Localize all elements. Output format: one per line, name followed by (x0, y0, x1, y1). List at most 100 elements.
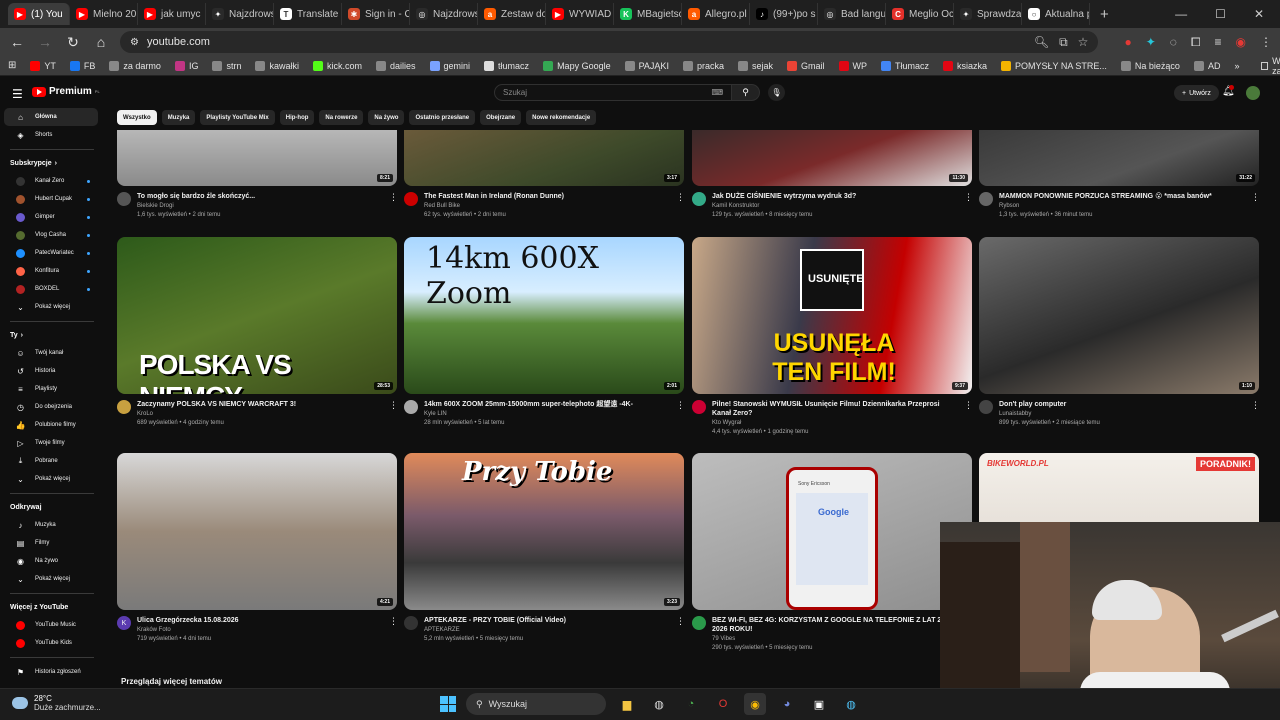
filter-chip[interactable]: Na żywo (368, 110, 405, 125)
filter-chip[interactable]: Obejrzane (480, 110, 522, 125)
video-thumbnail[interactable]: Przy Tobie 3:23 (404, 453, 684, 610)
windows-start-icon[interactable] (440, 696, 456, 712)
video-thumbnail[interactable]: USUNIĘTE USUNĘŁA TEN FILM! 9:37 (692, 237, 972, 394)
sidebar-item[interactable]: ♪ Muzyka (4, 516, 98, 534)
menu-kebab-icon[interactable]: ⋮ (1260, 35, 1272, 49)
extension-icon[interactable]: ✦ (1146, 35, 1156, 49)
more-bookmarks-icon[interactable]: » (1234, 61, 1239, 71)
browser-tab[interactable]: a Zestaw do (478, 3, 546, 25)
browser-tab[interactable]: ▶ jak umyc (138, 3, 206, 25)
channel-name[interactable]: APTEKARZE (424, 626, 670, 634)
extensions-puzzle-icon[interactable]: ⧠ (1191, 35, 1201, 50)
subscription-item[interactable]: Gimper (4, 208, 98, 226)
video-thumbnail[interactable]: 8:21 (117, 130, 397, 186)
bookmark-item[interactable]: za darmo (109, 60, 161, 71)
bookmark-item[interactable]: sejak (737, 60, 773, 71)
youtube-logo[interactable]: Premium PL (32, 86, 100, 97)
subscription-item[interactable]: Konfitura (4, 262, 98, 280)
sidebar-item[interactable]: ☺ Twój kanał (4, 344, 98, 362)
channel-avatar[interactable] (692, 616, 706, 630)
bookmark-item[interactable]: ksiazka (943, 60, 987, 71)
more-actions-icon[interactable]: ⋮ (389, 400, 398, 427)
video-title[interactable]: Don't play computer (999, 400, 1245, 409)
bookmark-item[interactable]: Mapy Google (543, 60, 611, 71)
search-button[interactable]: ⚲ (732, 84, 760, 101)
sidebar-item[interactable]: ◷ Do obejrzenia (4, 398, 98, 416)
filter-chip[interactable]: Na rowerze (319, 110, 364, 125)
sidebar-item[interactable]: ⌄ Pokaż więcej (4, 470, 98, 488)
more-actions-icon[interactable]: ⋮ (1251, 400, 1260, 427)
bookmark-item[interactable]: PAJĄKI (624, 60, 669, 71)
video-card[interactable]: 14km 600X Zoom 2:01 14km 600X ZOOM 25mm-15… (404, 237, 685, 427)
video-thumbnail[interactable]: 14km 600X Zoom 2:01 (404, 237, 684, 394)
video-card[interactable]: 3:17 The Fastest Man in Ireland (Ronan Du… (404, 130, 685, 219)
maximize-icon[interactable]: ☐ (1215, 7, 1226, 21)
subscriptions-header[interactable]: Subskrypcje › (0, 156, 104, 170)
subscription-item[interactable]: PatecWariatec (4, 244, 98, 262)
extension-icon[interactable]: ◌ (1170, 35, 1177, 49)
video-title[interactable]: APTEKARZE - PRZY TOBIE (Official Video) (424, 616, 670, 625)
video-title[interactable]: Ulica Grzegórzecka 15.08.2026 (137, 616, 383, 625)
channel-avatar[interactable] (979, 400, 993, 414)
more-actions-icon[interactable]: ⋮ (676, 616, 685, 643)
sidebar-item[interactable]: ⤓ Pobrane (4, 452, 98, 470)
browser-tab[interactable]: ◎ Najzdrows (410, 3, 478, 25)
more-actions-icon[interactable]: ⋮ (964, 192, 973, 219)
bookmark-item[interactable]: YT (30, 60, 56, 71)
sidebar-item[interactable]: ◈ Shorts (4, 126, 98, 144)
bookmark-item[interactable]: gemini (429, 60, 470, 71)
video-card[interactable]: Sony Ericsson Google BEZ WI-FI, BEZ 4G: KO… (692, 453, 973, 652)
more-actions-icon[interactable]: ⋮ (389, 192, 398, 219)
sidebar-item[interactable]: YouTube Music (4, 616, 98, 634)
bookmark-item[interactable]: strn (212, 60, 241, 71)
video-card[interactable]: 8:21 To mogło się bardzo źle skończyć... B… (117, 130, 398, 219)
video-title[interactable]: Jak DUŻE CIŚNIENIE wytrzyma wydruk 3d? (712, 192, 958, 201)
browser-tab[interactable]: ▶ Mielno 20 (70, 3, 138, 25)
opera-icon[interactable]: O (712, 693, 734, 715)
channel-name[interactable]: KroLo (137, 410, 383, 418)
video-card[interactable]: POLSKA VS NIEMCY 28:53 Zaczynamy POLSKA VS… (117, 237, 398, 427)
sidebar-item[interactable]: YouTube Kids (4, 634, 98, 652)
sidebar-item[interactable]: ⌂ Główna (4, 108, 98, 126)
apps-grid-icon[interactable]: ⊞ (8, 60, 16, 71)
browser-tab[interactable]: ✦ Najzdrows (206, 3, 274, 25)
video-thumbnail[interactable]: Sony Ericsson Google (692, 453, 972, 610)
channel-name[interactable]: Lunaistabby (999, 410, 1245, 418)
video-title[interactable]: To mogło się bardzo źle skończyć... (137, 192, 383, 201)
browser-tab[interactable]: ▶(1) You✕ (8, 3, 70, 25)
video-card[interactable]: Przy Tobie 3:23 APTEKARZE - PRZY TOBIE (Of… (404, 453, 685, 643)
hamburger-menu-icon[interactable]: ☰ (12, 87, 23, 101)
browser-tab[interactable]: ✦ Sprawdza (954, 3, 1022, 25)
sidebar-item[interactable]: 👍 Polubione filmy (4, 416, 98, 434)
bookmark-item[interactable]: tłumacz (484, 60, 529, 71)
file-explorer-icon[interactable]: ▆ (616, 693, 638, 715)
channel-avatar[interactable] (692, 400, 706, 414)
channel-name[interactable]: Kamil Konstruktor (712, 202, 958, 210)
video-thumbnail[interactable]: 3:17 (404, 130, 684, 186)
more-actions-icon[interactable]: ⋮ (389, 616, 398, 643)
bookmark-item[interactable]: Gmail (786, 60, 825, 71)
zoom-icon[interactable]: 🔍︎ (1034, 35, 1049, 50)
search-input[interactable]: Szukaj ⌨ (494, 84, 732, 101)
subscription-item[interactable]: BOXDEL (4, 280, 98, 298)
video-title[interactable]: MAMMON PONOWNIE PORZUCA STREAMING 😮 *mas… (999, 192, 1245, 201)
bookmark-star-icon[interactable]: ☆ (1078, 35, 1089, 50)
new-tab-icon[interactable]: + (1090, 6, 1119, 23)
close-window-icon[interactable]: ✕ (1254, 7, 1264, 21)
sidebar-item[interactable]: ◉ Na żywo (4, 552, 98, 570)
browser-tab[interactable]: ✱ Sign in - C (342, 3, 410, 25)
minimize-icon[interactable]: — (1175, 7, 1187, 21)
video-card[interactable]: 11:30 Jak DUŻE CIŚNIENIE wytrzyma wydruk … (692, 130, 973, 219)
bookmark-item[interactable]: IG (174, 60, 198, 71)
channel-avatar[interactable] (117, 192, 131, 206)
video-card[interactable]: USUNIĘTE USUNĘŁA TEN FILM! 9:37 Pilne! Stan… (692, 237, 973, 436)
more-actions-icon[interactable]: ⋮ (1251, 192, 1260, 219)
bookmark-item[interactable]: dailies (376, 60, 416, 71)
you-header[interactable]: Ty › (0, 328, 104, 342)
video-title[interactable]: Pilne! Stanowski WYMUSIŁ Usunięcie Filmu… (712, 400, 958, 418)
channel-name[interactable]: Kraków Foto (137, 626, 383, 634)
channel-name[interactable]: 79 Vibes (712, 635, 958, 643)
channel-name[interactable]: Kto Wygrał (712, 419, 958, 427)
back-icon[interactable]: ← (8, 34, 26, 50)
filter-chip[interactable]: Nowe rekomendacje (526, 110, 597, 125)
